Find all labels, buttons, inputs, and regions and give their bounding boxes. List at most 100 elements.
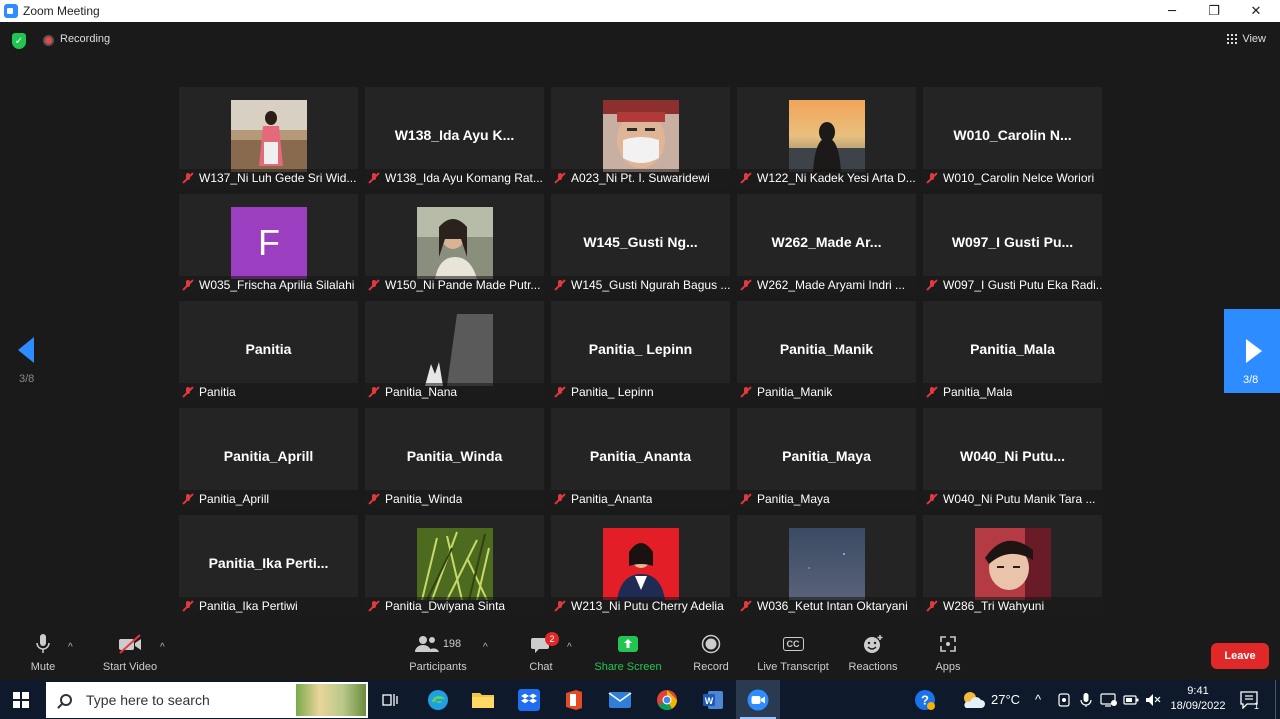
participant-tile[interactable]: F W035_Frischa Aprilia Silalahi (179, 194, 358, 294)
meet-now-icon[interactable] (1057, 680, 1071, 719)
participant-tile[interactable]: Panitia Panitia (179, 301, 358, 401)
participant-video (789, 528, 865, 600)
participant-tile[interactable]: Panitia_Aprill Panitia_Aprill (179, 408, 358, 508)
participant-tile[interactable]: W097_I Gusti Pu... W097_I Gusti Putu Eka … (923, 194, 1102, 294)
participant-tile[interactable]: Panitia_Maya Panitia_Maya (737, 408, 916, 508)
battery-icon[interactable] (1123, 680, 1139, 719)
participant-tile[interactable]: Panitia_Ika Perti... Panitia_Ika Pertiwi (179, 515, 358, 615)
participant-tile[interactable]: Panitia_Mala Panitia_Mala (923, 301, 1102, 401)
task-view-icon[interactable] (368, 680, 412, 719)
mute-button[interactable]: Mute (27, 630, 59, 680)
muted-microphone-icon (925, 278, 939, 292)
muted-microphone-icon (553, 385, 567, 399)
zoom-taskbar-icon[interactable] (736, 680, 780, 719)
record-button[interactable]: Record (689, 630, 733, 680)
previous-page-button[interactable]: 3/8 (14, 337, 40, 391)
close-button[interactable]: ✕ (1234, 0, 1278, 22)
participant-tile[interactable]: W286_Tri Wahyuni (923, 515, 1102, 615)
muted-microphone-icon (553, 599, 567, 613)
participant-name-bar: W040_Ni Putu Manik Tara ... (923, 490, 1102, 508)
apps-button[interactable]: Apps (930, 630, 966, 680)
participant-tile[interactable]: W262_Made Ar... W262_Made Aryami Indri ..… (737, 194, 916, 294)
participant-video (603, 528, 679, 600)
weather-widget[interactable]: 27°C (960, 680, 1020, 719)
taskbar-search-input[interactable]: Type here to search (46, 682, 368, 718)
muted-microphone-icon (367, 492, 381, 506)
participant-tile[interactable]: Panitia_Manik Panitia_Manik (737, 301, 916, 401)
participant-name: W040_Ni Putu Manik Tara ... (943, 492, 1096, 506)
meeting-toolbar: Mute ^ Start Video ^ 198 Participants ^ … (0, 630, 1280, 680)
security-shield-icon[interactable]: ✓ (12, 33, 26, 49)
participant-tile[interactable]: A023_Ni Pt. I. Suwaridewi (551, 87, 730, 187)
participant-tile[interactable]: W010_Carolin N... W010_Carolin Nelce Wori… (923, 87, 1102, 187)
word-icon[interactable]: W (691, 680, 735, 719)
start-video-button[interactable]: Start Video (100, 630, 160, 680)
muted-microphone-icon (925, 599, 939, 613)
participant-tile[interactable]: Panitia_Dwiyana Sinta (365, 515, 544, 615)
participant-name: W010_Carolin Nelce Woriori (943, 171, 1095, 185)
edge-browser-icon[interactable] (416, 680, 460, 719)
chat-options-caret[interactable]: ^ (567, 642, 572, 653)
participant-name: W262_Made Aryami Indri ... (757, 278, 906, 292)
participant-video (789, 100, 865, 172)
search-placeholder: Type here to search (86, 692, 210, 708)
share-screen-button[interactable]: Share Screen (593, 630, 663, 680)
participant-tile[interactable]: Panitia_Nana (365, 301, 544, 401)
participant-tile[interactable]: W213_Ni Putu Cherry Adelia (551, 515, 730, 615)
help-icon[interactable]: ? (914, 680, 936, 719)
participant-tile[interactable]: Panitia_Winda Panitia_Winda (365, 408, 544, 508)
live-transcript-button[interactable]: CC Live Transcript (754, 630, 832, 680)
participants-options-caret[interactable]: ^ (483, 642, 488, 653)
audio-options-caret[interactable]: ^ (68, 642, 73, 653)
recording-label[interactable]: Recording (60, 33, 110, 45)
next-page-button[interactable]: 3/8 (1224, 309, 1280, 393)
office-icon[interactable] (552, 680, 596, 719)
show-desktop-divider[interactable] (1275, 680, 1276, 719)
participant-tile[interactable]: W122_Ni Kadek Yesi Arta D... (737, 87, 916, 187)
participant-name: A023_Ni Pt. I. Suwaridewi (571, 171, 710, 185)
participant-tile[interactable]: Panitia_ Lepinn Panitia_ Lepinn (551, 301, 730, 401)
volume-muted-icon[interactable] (1145, 680, 1161, 719)
participant-tile[interactable]: Panitia_Ananta Panitia_Ananta (551, 408, 730, 508)
participant-tile[interactable]: W036_Ketut Intan Oktaryani (737, 515, 916, 615)
muted-microphone-icon (367, 599, 381, 613)
recording-icon (43, 35, 54, 46)
show-hidden-icons-chevron[interactable]: ^ (1035, 680, 1041, 719)
taskbar-clock[interactable]: 9:41 18/09/2022 (1168, 684, 1228, 714)
video-options-caret[interactable]: ^ (160, 642, 165, 653)
participant-tile[interactable]: W040_Ni Putu... W040_Ni Putu Manik Tara .… (923, 408, 1102, 508)
mail-icon[interactable] (598, 680, 642, 719)
microphone-tray-icon[interactable] (1080, 680, 1092, 719)
participant-name-bar: Panitia_Ananta (551, 490, 730, 508)
share-screen-icon (617, 630, 639, 658)
participant-tile[interactable]: W137_Ni Luh Gede Sri Wid... (179, 87, 358, 187)
chat-button[interactable]: 2 Chat (524, 630, 559, 680)
windows-start-icon[interactable] (13, 692, 29, 708)
participant-tile[interactable]: W138_Ida Ayu K... W138_Ida Ayu Komang Rat… (365, 87, 544, 187)
participant-tile[interactable]: W150_Ni Pande Made Putr... (365, 194, 544, 294)
participant-display-name: Panitia_Maya (782, 448, 871, 464)
leave-button[interactable]: Leave (1211, 643, 1269, 669)
chrome-browser-icon[interactable] (645, 680, 689, 719)
participant-display-name: Panitia_Ika Perti... (208, 555, 329, 571)
participant-video (417, 314, 493, 386)
view-button[interactable]: View (1227, 33, 1266, 45)
restore-button[interactable]: ❐ (1192, 0, 1236, 22)
muted-microphone-icon (181, 278, 195, 292)
participant-name: W213_Ni Putu Cherry Adelia (571, 599, 724, 613)
notifications-icon[interactable]: 1 (1240, 680, 1259, 719)
participants-button[interactable]: 198 Participants (406, 630, 470, 680)
participant-name-bar: W213_Ni Putu Cherry Adelia (551, 597, 730, 615)
network-icon[interactable] (1100, 680, 1118, 719)
file-explorer-icon[interactable] (461, 680, 505, 719)
start-video-label: Start Video (102, 661, 158, 673)
reactions-button[interactable]: Reactions (846, 630, 900, 680)
minimize-button[interactable]: ─ (1150, 0, 1194, 22)
participants-count: 198 (442, 638, 462, 650)
participant-name: Panitia_Manik (757, 385, 833, 399)
dropbox-icon[interactable] (507, 680, 551, 719)
participant-name-bar: Panitia_Mala (923, 383, 1102, 401)
muted-microphone-icon (181, 171, 195, 185)
window-title: Zoom Meeting (23, 4, 100, 18)
participant-tile[interactable]: W145_Gusti Ng... W145_Gusti Ngurah Bagus … (551, 194, 730, 294)
